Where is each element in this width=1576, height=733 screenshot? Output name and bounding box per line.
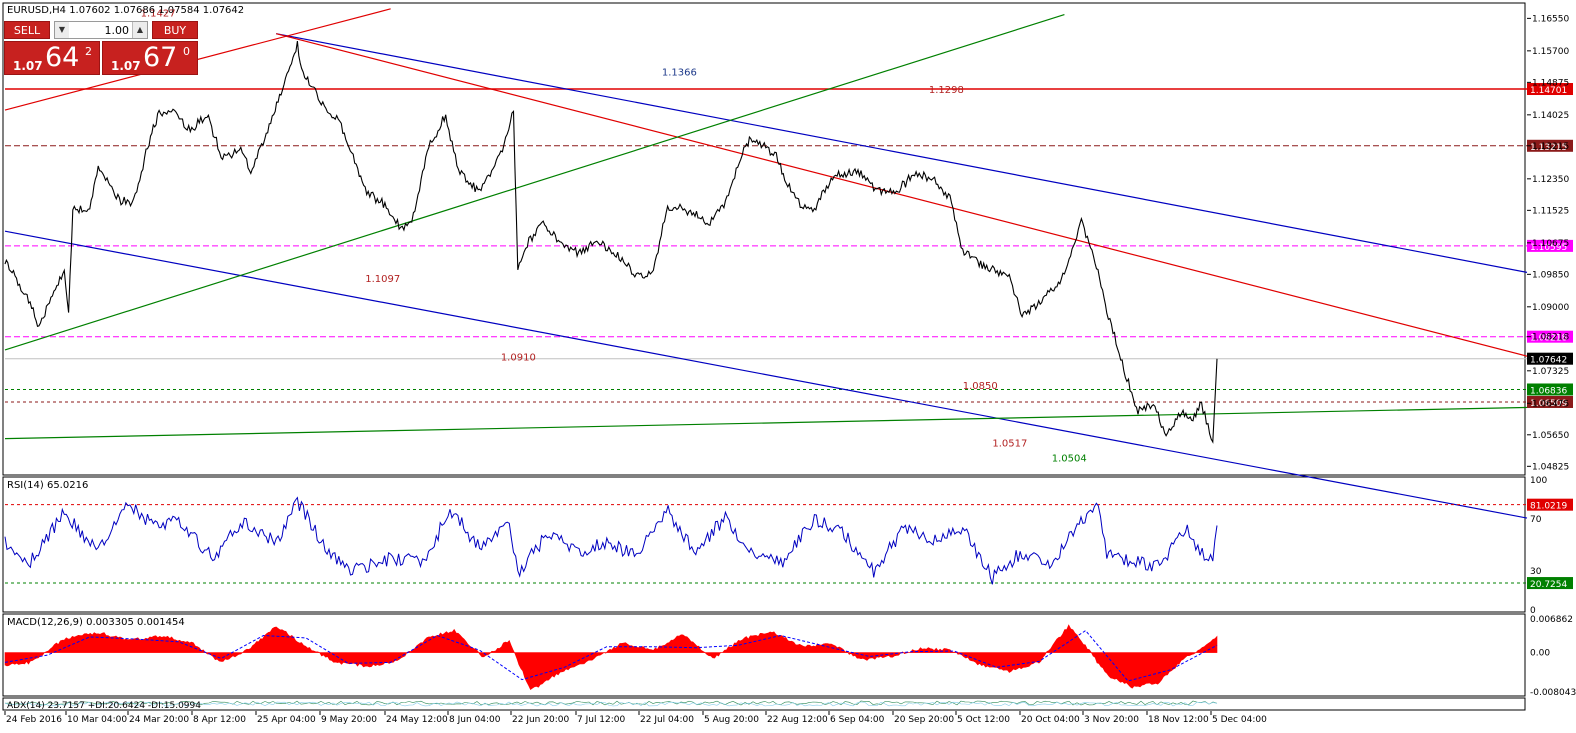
time-tick-label: 6 Sep 04:00: [830, 715, 885, 725]
time-tick-label: 20 Oct 04:00: [1021, 715, 1080, 725]
price-tick-label: 1.11525: [1532, 206, 1569, 216]
rsi-tick-label: 100: [1530, 476, 1547, 486]
time-tick-label: 24 May 12:00: [386, 715, 448, 725]
time-tick-label: 9 May 20:00: [321, 715, 377, 725]
macd-title: MACD(12,26,9) 0.003305 0.001454: [7, 617, 185, 628]
one-click-trading-panel: SELL ▼ ▲ BUY 1.07 64 2 1.07 67 0: [4, 20, 198, 75]
price-tick-label: 1.09000: [1532, 303, 1569, 313]
price-annotation: 1.1097: [365, 274, 400, 285]
time-tick-label: 18 Nov 12:00: [1148, 715, 1209, 725]
price-tick-label: 1.04825: [1532, 462, 1569, 472]
rsi-tick-label: 70: [1530, 515, 1542, 525]
price-tick-label: 1.15700: [1532, 47, 1569, 57]
time-tick-label: 24 Feb 2016: [6, 715, 62, 725]
buy-price-pips: 67: [143, 42, 178, 73]
sell-price-pips: 64: [45, 42, 80, 73]
current-price-text: 1.07642: [1530, 356, 1567, 366]
time-tick-label: 20 Sep 20:00: [894, 715, 954, 725]
price-annotation: 1.1298: [929, 85, 964, 96]
time-tick-label: 5 Oct 12:00: [957, 715, 1010, 725]
rsi-title: RSI(14) 65.0216: [7, 480, 88, 491]
sell-button[interactable]: SELL: [4, 21, 50, 39]
price-tick-label: 1.14875: [1532, 78, 1569, 88]
lot-size-stepper: ▼ ▲: [54, 21, 148, 39]
lot-size-input[interactable]: [69, 22, 133, 38]
time-tick-label: 5 Aug 20:00: [704, 715, 759, 725]
price-tick-label: 1.07325: [1532, 367, 1569, 377]
time-tick-label: 22 Jul 04:00: [640, 715, 694, 725]
buy-price-prefix: 1.07: [111, 59, 141, 73]
price-annotation: 1.0910: [501, 352, 536, 363]
price-tick-label: 1.10675: [1532, 239, 1569, 249]
price-annotation: 1.1366: [662, 68, 697, 79]
price-annotation: 1.0517: [992, 438, 1027, 449]
symbol-info: EURUSD,H4 1.07602 1.07686 1.07584 1.0764…: [7, 5, 244, 16]
time-tick-label: 24 Mar 20:00: [129, 715, 189, 725]
rsi-level-text: 20.7254: [1530, 580, 1567, 590]
buy-price-fraction: 0: [183, 45, 190, 58]
time-tick-label: 8 Jun 04:00: [449, 715, 501, 725]
time-tick-label: 3 Nov 20:00: [1084, 715, 1139, 725]
time-tick-label: 8 Apr 12:00: [193, 715, 246, 725]
main-panel: [2, 2, 1526, 476]
lot-increase-icon[interactable]: ▲: [132, 22, 147, 38]
sell-price-button[interactable]: 1.07 64 2: [4, 41, 100, 75]
time-tick-label: 10 Mar 04:00: [67, 715, 127, 725]
macd-tick-label: 0.00: [1530, 649, 1550, 659]
time-tick-label: 5 Dec 04:00: [1212, 715, 1267, 725]
adx-title: ADX(14) 23.7157 +DI:20.6424 -DI:15.0994: [7, 701, 201, 711]
price-tick-label: 1.16550: [1532, 14, 1569, 24]
time-tick-label: 22 Aug 12:00: [767, 715, 828, 725]
level-price-text: 1.06836: [1530, 386, 1567, 396]
chart-canvas: 1.14271.13661.12981.10971.09101.08501.05…: [2, 2, 1576, 725]
buy-button[interactable]: BUY: [152, 21, 198, 39]
buy-price-button[interactable]: 1.07 67 0: [102, 41, 198, 75]
rsi-level-text: 81.0219: [1530, 502, 1567, 512]
sell-price-prefix: 1.07: [13, 59, 43, 73]
price-tick-label: 1.08218: [1532, 333, 1569, 343]
price-tick-label: 1.06475: [1532, 399, 1569, 409]
price-tick-label: 1.05650: [1532, 431, 1569, 441]
price-tick-label: 1.09850: [1532, 270, 1569, 280]
price-tick-label: 1.12350: [1532, 175, 1569, 185]
trade-panel-top-row: SELL ▼ ▲ BUY: [4, 20, 198, 40]
macd-tick-label: 0.006862: [1530, 615, 1573, 625]
price-tick-label: 1.14025: [1532, 111, 1569, 121]
macd-tick-label: -0.008043: [1530, 688, 1576, 698]
rsi-tick-label: 30: [1530, 567, 1542, 577]
price-annotation: 1.0504: [1052, 454, 1087, 465]
time-tick-label: 25 Apr 04:00: [257, 715, 316, 725]
time-tick-label: 7 Jul 12:00: [577, 715, 626, 725]
price-annotation: 1.0850: [963, 381, 998, 392]
time-axis: 24 Feb 2016 10 Mar 04:00 24 Mar 20:00 8 Apr…: [4, 711, 1267, 725]
lot-decrease-icon[interactable]: ▼: [55, 22, 70, 38]
sell-price-fraction: 2: [85, 45, 92, 58]
price-axis: 1.147011.132151.105951.082181.068361.065…: [1527, 14, 1573, 472]
time-tick-label: 22 Jun 20:00: [512, 715, 569, 725]
rsi-panel: [2, 476, 1526, 613]
price-tick-label: 1.13215: [1532, 142, 1569, 152]
